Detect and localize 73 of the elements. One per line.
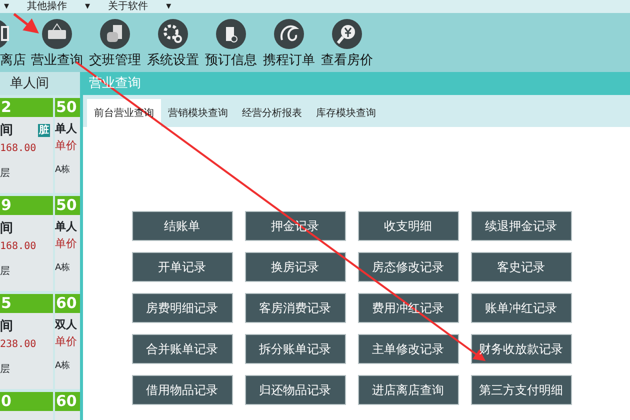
room-number: 50: [55, 196, 80, 215]
room-number: 60: [55, 392, 80, 411]
room-number: 2: [0, 98, 53, 117]
query-button[interactable]: 进店离店查询: [358, 375, 458, 405]
toolbar-button[interactable]: 查看房价: [318, 18, 376, 68]
room-price: 单价: [55, 334, 78, 350]
query-button[interactable]: 拆分账单记录: [244, 334, 346, 364]
query-button[interactable]: 账单冲红记录: [470, 293, 572, 323]
tab[interactable]: 经营分析报表: [235, 99, 309, 127]
query-button[interactable]: 归还物品记录: [244, 375, 346, 405]
room-number: 9: [0, 196, 53, 215]
query-button[interactable]: 房态修改记录: [358, 252, 458, 282]
room-card[interactable]: 50 单人 单价 A栋: [55, 98, 80, 193]
room-card[interactable]: 50 单人 单价 A栋: [55, 196, 80, 291]
room-number: 50: [55, 98, 80, 117]
room-type-header: 单人间: [0, 72, 80, 95]
query-button[interactable]: 结账单: [132, 211, 232, 241]
query-button[interactable]: 财务收放款记录: [470, 334, 572, 364]
room-price: 单价: [55, 236, 78, 252]
room-number: 0: [0, 392, 53, 411]
magnifier-yen-icon[interactable]: [331, 18, 363, 50]
room-type: 间: [0, 318, 13, 336]
query-button[interactable]: 第三方支付明细: [470, 375, 572, 405]
query-button[interactable]: 房费明细记录: [132, 293, 232, 323]
query-button[interactable]: 客史记录: [470, 252, 572, 282]
room-price: 238.00: [0, 338, 38, 352]
room-floor: A栋: [55, 360, 72, 373]
room-card[interactable]: 2 间 脏 168.00 层: [0, 98, 53, 193]
sign-icon[interactable]: [41, 18, 73, 50]
room-number: 5: [0, 294, 53, 313]
query-button[interactable]: 开单记录: [132, 252, 232, 282]
annotation-arrow: [13, 13, 39, 34]
room-price: 168.00: [0, 142, 38, 156]
toolbar-icon[interactable]: [0, 18, 10, 50]
tab[interactable]: 库存模块查询: [309, 99, 383, 127]
room-floor: A栋: [55, 262, 72, 275]
document-icon[interactable]: [99, 18, 131, 50]
query-button[interactable]: 合并账单记录: [132, 334, 232, 364]
room-floor: 层: [0, 264, 11, 278]
room-type: 双人: [55, 317, 77, 333]
room-floor: 层: [0, 166, 11, 180]
toolbar-button[interactable]: 预订信息: [202, 18, 260, 68]
toolbar-button[interactable]: 携程订单: [260, 18, 318, 68]
query-button[interactable]: 收支明细: [358, 211, 458, 241]
room-type: 单人: [55, 121, 77, 137]
tab[interactable]: 营销模块查询: [161, 99, 235, 127]
room-price: 单价: [55, 138, 78, 154]
query-button[interactable]: 借用物品记录: [132, 375, 232, 405]
room-card[interactable]: 60 双人 单价 A栋: [55, 294, 80, 389]
caret-icon[interactable]: ▾: [4, 2, 10, 12]
dirty-badge: 脏: [38, 124, 50, 138]
toolbar-button[interactable]: 系统设置: [144, 18, 202, 68]
caret-icon[interactable]: ▾: [85, 0, 90, 12]
menu-item[interactable]: 其他操作: [27, 0, 68, 12]
room-card[interactable]: 9 间 168.00 层: [0, 196, 53, 291]
query-button[interactable]: 续退押金记录: [470, 211, 572, 241]
room-floor: 层: [0, 362, 11, 376]
room-card[interactable]: 5 间 238.00 层: [0, 294, 53, 389]
query-button[interactable]: 换房记录: [244, 252, 346, 282]
query-button[interactable]: 客房消费记录: [244, 293, 346, 323]
toolbar-button[interactable]: 交班管理: [86, 18, 144, 68]
room-floor: A栋: [55, 164, 72, 177]
query-button[interactable]: 主单修改记录: [358, 334, 458, 364]
room-type: 间: [0, 220, 13, 238]
room-type: 间: [0, 122, 13, 140]
room-price: 168.00: [0, 240, 38, 254]
gear-icon[interactable]: [157, 18, 189, 50]
room-number: 60: [55, 294, 80, 313]
toolbar-button[interactable]: 营业查询: [28, 18, 86, 68]
menu-item[interactable]: 关于软件: [108, 0, 148, 12]
caret-icon[interactable]: ▾: [166, 0, 172, 12]
room-type: 单人: [55, 219, 77, 235]
toolbar-button[interactable]: 离店: [0, 18, 28, 68]
